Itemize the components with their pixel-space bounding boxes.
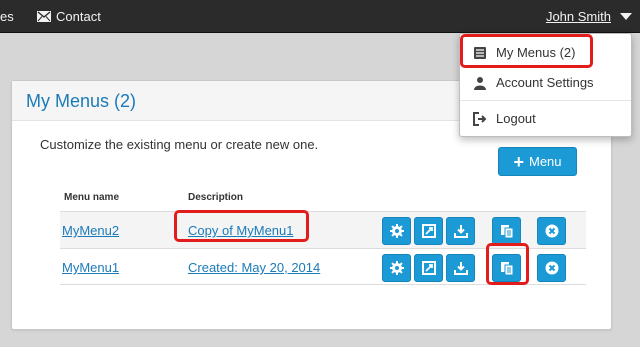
dropdown-item-label: Account Settings bbox=[496, 75, 594, 90]
menu-name-link[interactable]: MyMenu1 bbox=[62, 249, 119, 286]
nav-item-partial[interactable]: es bbox=[0, 0, 14, 33]
add-menu-button[interactable]: + Menu bbox=[498, 147, 577, 176]
menu-name-link[interactable]: MyMenu2 bbox=[62, 212, 119, 249]
delete-button[interactable] bbox=[537, 217, 566, 245]
delete-icon bbox=[544, 260, 560, 276]
user-name: John Smith bbox=[545, 9, 611, 24]
dropdown-item-label: Logout bbox=[496, 111, 536, 126]
menu-book-icon bbox=[472, 46, 488, 60]
edit-button[interactable] bbox=[414, 254, 443, 282]
panel-description: Customize the existing menu or create ne… bbox=[40, 137, 319, 152]
column-header-description: Description bbox=[188, 192, 244, 203]
user-dropdown-menu: My Menus (2) Account Settings Logout bbox=[459, 33, 632, 137]
copy-icon bbox=[499, 223, 515, 239]
copy-icon bbox=[499, 260, 515, 276]
nav-contact-label: Contact bbox=[56, 9, 101, 24]
logout-icon bbox=[472, 112, 488, 126]
copy-button[interactable] bbox=[492, 217, 521, 245]
delete-icon bbox=[544, 223, 560, 239]
menu-description-link[interactable]: Copy of MyMenu1 bbox=[188, 212, 294, 249]
delete-button[interactable] bbox=[537, 254, 566, 282]
edit-icon bbox=[421, 260, 437, 276]
download-button[interactable] bbox=[446, 254, 475, 282]
dropdown-divider bbox=[460, 100, 631, 101]
user-menu-toggle[interactable]: John Smith bbox=[546, 0, 632, 33]
table-row: MyMenu2 Copy of MyMenu1 bbox=[60, 211, 586, 248]
table-header: Menu name Description bbox=[60, 185, 586, 211]
gear-icon bbox=[389, 223, 405, 239]
dropdown-item-label: My Menus (2) bbox=[496, 45, 576, 60]
download-button[interactable] bbox=[446, 217, 475, 245]
plus-icon: + bbox=[513, 151, 524, 172]
caret-down-icon bbox=[620, 13, 632, 20]
download-icon bbox=[453, 223, 469, 239]
user-icon bbox=[472, 76, 488, 90]
gear-icon bbox=[389, 260, 405, 276]
envelope-icon bbox=[37, 11, 51, 22]
menu-description-link[interactable]: Created: May 20, 2014 bbox=[188, 249, 320, 286]
dropdown-item-account-settings[interactable]: Account Settings bbox=[460, 68, 631, 98]
settings-button[interactable] bbox=[382, 254, 411, 282]
settings-button[interactable] bbox=[382, 217, 411, 245]
dropdown-item-my-menus[interactable]: My Menus (2) bbox=[460, 38, 631, 68]
edit-button[interactable] bbox=[414, 217, 443, 245]
edit-icon bbox=[421, 223, 437, 239]
copy-button[interactable] bbox=[492, 254, 521, 282]
dropdown-item-logout[interactable]: Logout bbox=[460, 104, 631, 134]
download-icon bbox=[453, 260, 469, 276]
nav-item-contact[interactable]: Contact bbox=[37, 0, 101, 33]
table-row: MyMenu1 Created: May 20, 2014 bbox=[60, 248, 586, 285]
column-header-name: Menu name bbox=[64, 192, 120, 203]
add-menu-button-label: Menu bbox=[528, 154, 562, 169]
nav-item-partial-label: es bbox=[0, 9, 14, 24]
top-navbar: es Contact John Smith bbox=[0, 0, 640, 33]
menus-table: Menu name Description MyMenu2 Copy of My… bbox=[60, 185, 586, 285]
